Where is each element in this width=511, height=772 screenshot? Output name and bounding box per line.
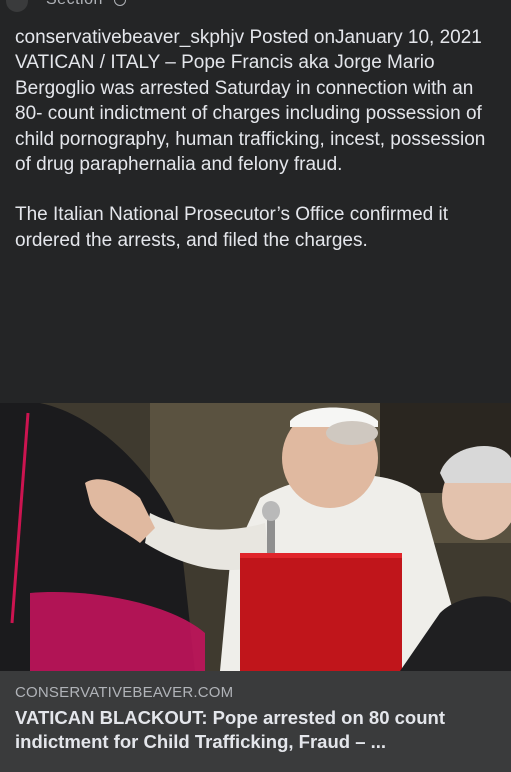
post-paragraph: The Italian National Prosecutor’s Office… — [15, 204, 448, 251]
link-domain: CONSERVATIVEBEAVER.COM — [15, 684, 234, 701]
post-body: conservativebeaver_skphjv Posted onJanua… — [15, 25, 495, 253]
avatar[interactable] — [6, 0, 28, 12]
link-preview-card[interactable]: CONSERVATIVEBEAVER.COM VATICAN BLACKOUT:… — [0, 403, 511, 772]
post-header-strip: Section — [0, 0, 511, 16]
link-preview-meta[interactable]: CONSERVATIVEBEAVER.COM VATICAN BLACKOUT:… — [0, 671, 511, 772]
post-paragraph: conservativebeaver_skphjv Posted onJanua… — [15, 27, 486, 176]
globe-icon — [114, 0, 126, 6]
pope-photo-illustration — [0, 403, 511, 671]
link-title[interactable]: VATICAN BLACKOUT: Pope arrested on 80 co… — [15, 706, 499, 754]
preview-image[interactable] — [0, 403, 511, 671]
header-label: Section — [46, 0, 103, 9]
